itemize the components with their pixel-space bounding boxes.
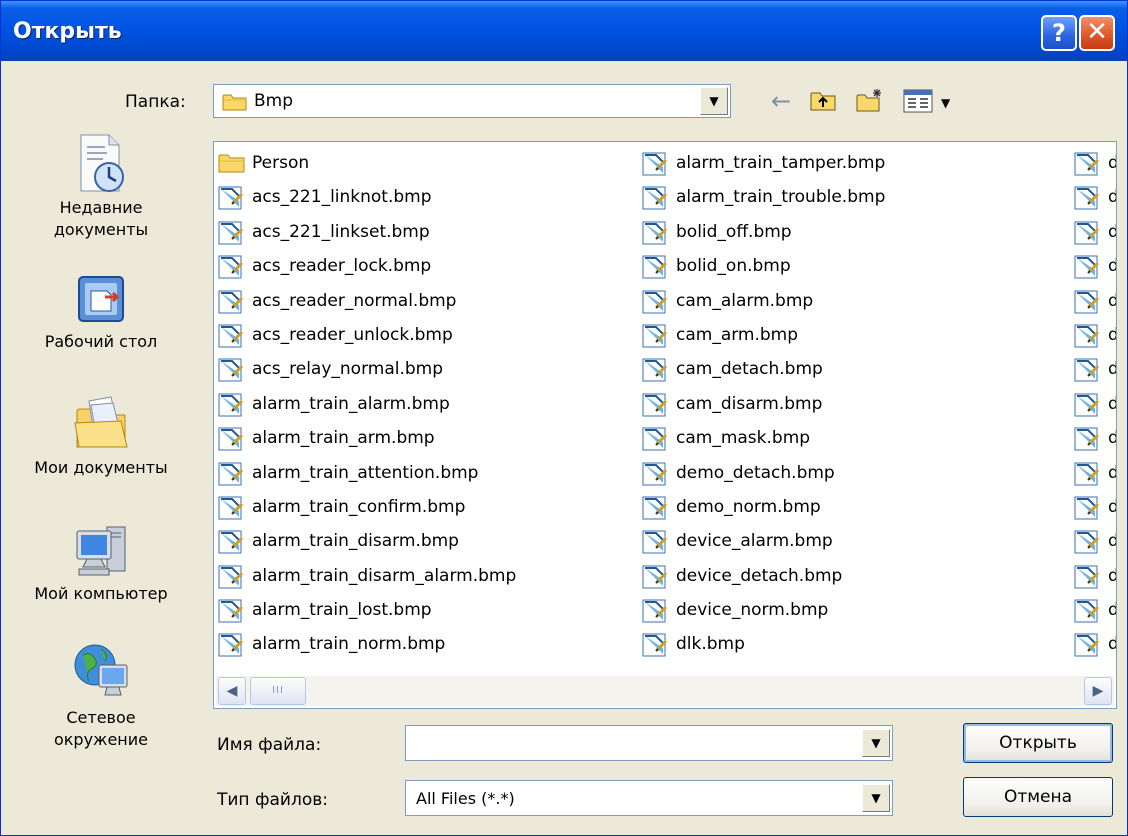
bmp-file-icon xyxy=(642,462,668,486)
views-dropdown-arrow[interactable]: ▼ xyxy=(941,96,950,110)
scroll-thumb[interactable]: III xyxy=(250,677,306,705)
bmp-file-icon xyxy=(218,633,244,657)
bmp-file-icon xyxy=(1074,496,1100,520)
my-computer-icon xyxy=(76,526,126,576)
help-button[interactable]: ? xyxy=(1041,15,1077,51)
filename-dropdown-arrow[interactable]: ▼ xyxy=(862,729,890,757)
horizontal-scrollbar[interactable]: ◀ III ▶ xyxy=(216,676,1114,706)
filename-label: Имя файла: xyxy=(217,735,322,755)
window-title: Открыть xyxy=(13,19,122,44)
recent-documents-icon xyxy=(80,134,124,192)
bmp-file-icon xyxy=(218,599,244,623)
folder-icon xyxy=(222,94,247,111)
cancel-button[interactable]: Отмена xyxy=(963,777,1113,817)
bmp-file-icon xyxy=(642,290,668,314)
place-my-computer[interactable]: Мой компьютер xyxy=(1,519,201,605)
folder-icon xyxy=(218,154,245,173)
bmp-file-icon xyxy=(1074,255,1100,279)
bmp-file-icon xyxy=(218,324,244,348)
bmp-file-icon xyxy=(218,186,244,210)
place-network[interactable]: Сетевое окружение xyxy=(1,639,201,751)
bmp-file-icon xyxy=(1074,462,1100,486)
bmp-file-icon xyxy=(642,221,668,245)
close-button[interactable]: ✕ xyxy=(1079,15,1115,51)
bmp-file-icon xyxy=(642,255,668,279)
filetype-dropdown-arrow[interactable]: ▼ xyxy=(862,784,890,812)
bmp-file-icon xyxy=(642,324,668,348)
bmp-file-icon xyxy=(218,290,244,314)
bmp-file-icon xyxy=(642,496,668,520)
filename-combobox[interactable]: ▼ xyxy=(405,725,893,761)
lookin-label: Папка: xyxy=(125,92,186,112)
places-bar: Недавние документы Рабочий стол Мои доку… xyxy=(1,131,201,831)
filetype-label: Тип файлов: xyxy=(217,790,328,810)
bmp-file-icon xyxy=(218,358,244,382)
bmp-file-icon xyxy=(642,599,668,623)
desktop-icon xyxy=(78,276,124,322)
bmp-file-icon xyxy=(1074,565,1100,589)
open-dialog: Открыть ? ✕ Папка: Bmp ▼ ← ▼ Недавние до… xyxy=(0,0,1128,836)
bmp-file-icon xyxy=(642,358,668,382)
bmp-file-icon xyxy=(218,565,244,589)
place-label: Рабочий стол xyxy=(44,332,158,351)
place-recent-documents[interactable]: Недавние документы xyxy=(1,133,201,241)
filetype-select[interactable]: All Files (*.*) ▼ xyxy=(405,780,893,816)
views-menu-icon[interactable] xyxy=(903,89,933,113)
bmp-file-icon xyxy=(218,530,244,554)
bmp-file-icon xyxy=(218,393,244,417)
place-label: Недавние документы xyxy=(53,198,149,239)
filetype-value: All Files (*.*) xyxy=(416,789,515,808)
network-places-icon xyxy=(74,644,128,696)
bmp-file-icon xyxy=(218,255,244,279)
bmp-file-icon xyxy=(1074,290,1100,314)
bmp-file-icon xyxy=(1074,186,1100,210)
bmp-file-icon xyxy=(642,633,668,657)
bmp-file-icon xyxy=(218,221,244,245)
bmp-file-icon xyxy=(218,462,244,486)
bmp-file-icon xyxy=(1074,358,1100,382)
bmp-file-icon xyxy=(1074,324,1100,348)
lookin-value: Bmp xyxy=(254,91,294,111)
bmp-file-icon xyxy=(642,152,668,176)
scroll-left-button[interactable]: ◀ xyxy=(218,677,246,705)
place-label: Мои документы xyxy=(34,458,168,477)
bmp-file-icon xyxy=(642,530,668,554)
up-folder-icon[interactable] xyxy=(809,89,837,113)
bmp-file-icon xyxy=(642,565,668,589)
bmp-file-icon xyxy=(1074,599,1100,623)
bmp-file-icon xyxy=(1074,152,1100,176)
bmp-file-icon xyxy=(642,427,668,451)
lookin-combobox[interactable]: Bmp ▼ xyxy=(213,84,731,118)
new-folder-icon[interactable] xyxy=(855,87,885,113)
scroll-right-button[interactable]: ▶ xyxy=(1084,677,1112,705)
bmp-file-icon xyxy=(642,393,668,417)
bmp-file-icon xyxy=(1074,427,1100,451)
bmp-file-icon xyxy=(1074,530,1100,554)
bmp-file-icon xyxy=(642,186,668,210)
lookin-dropdown-arrow[interactable]: ▼ xyxy=(700,87,728,115)
place-desktop[interactable]: Рабочий стол xyxy=(1,271,201,353)
open-button[interactable]: Открыть xyxy=(963,723,1113,763)
place-label: Мой компьютер xyxy=(34,584,168,603)
bmp-file-icon xyxy=(1074,633,1100,657)
bmp-file-icon xyxy=(218,496,244,520)
bmp-file-icon xyxy=(218,427,244,451)
place-my-documents[interactable]: Мои документы xyxy=(1,393,201,479)
title-bar[interactable]: Открыть ? ✕ xyxy=(1,1,1127,61)
place-label: Сетевое окружение xyxy=(53,708,149,749)
bmp-file-icon xyxy=(1074,393,1100,417)
my-documents-icon xyxy=(74,396,128,448)
file-list[interactable]: Person acs_221_linknot.bmp acs_221_links… xyxy=(213,141,1117,709)
bmp-file-icon xyxy=(1074,221,1100,245)
back-arrow-icon[interactable]: ← xyxy=(771,87,791,115)
